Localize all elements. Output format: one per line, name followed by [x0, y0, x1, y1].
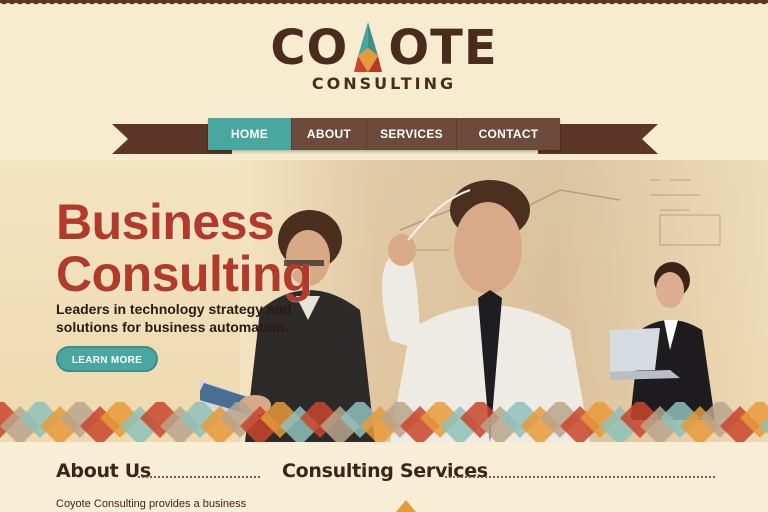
nav-home[interactable]: HOME	[208, 118, 292, 150]
about-heading-divider	[138, 476, 260, 478]
services-heading: Consulting Services	[282, 460, 488, 482]
logo[interactable]: CO OTE CONSULTING	[0, 20, 768, 93]
service-icon	[396, 500, 416, 512]
services-heading-divider	[445, 476, 715, 478]
hero-photo	[200, 160, 768, 442]
hero-title-line1: Business	[56, 194, 275, 250]
logo-tagline: CONSULTING	[311, 74, 457, 93]
nav-contact[interactable]: CONTACT	[457, 118, 560, 150]
hero-title-line2: Consulting	[56, 246, 313, 302]
logo-text-left: CO	[270, 20, 349, 76]
content-section: About Us Consulting Services Coyote Cons…	[0, 442, 768, 512]
hero-subtitle: Leaders in technology strategy and solut…	[56, 301, 292, 335]
about-text: Coyote Consulting provides a business	[56, 498, 247, 510]
main-nav: HOME ABOUT SERVICES CONTACT	[208, 118, 560, 150]
learn-more-button[interactable]: LEARN MORE	[56, 346, 158, 372]
diamond-pattern-band	[0, 402, 768, 442]
about-heading: About Us	[56, 460, 151, 482]
logo-wordmark: CO OTE	[270, 20, 497, 76]
nav-services[interactable]: SERVICES	[367, 118, 457, 150]
hero-title: Business Consulting	[56, 194, 313, 302]
nav-about[interactable]: ABOUT	[292, 118, 367, 150]
top-scalloped-border	[0, 0, 768, 8]
logo-text-right: OTE	[388, 20, 498, 76]
logo-a-mark-icon	[354, 22, 383, 72]
hero-banner: Business Consulting Leaders in technolog…	[0, 160, 768, 442]
